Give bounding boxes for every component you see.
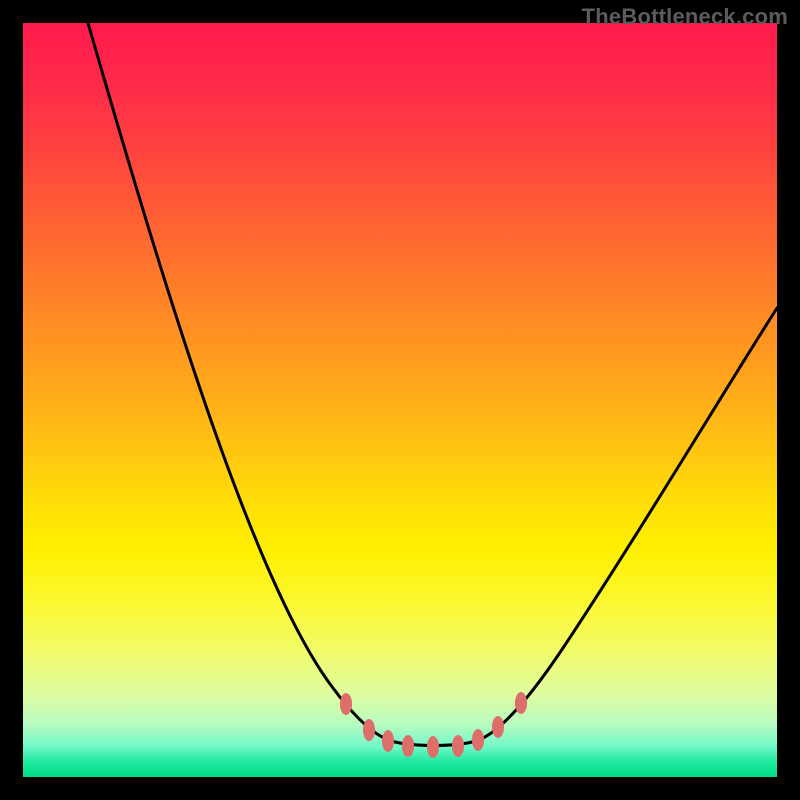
marker-point [340,693,352,715]
marker-point [452,735,464,757]
marker-point [427,736,439,758]
marker-point [363,719,375,741]
curve-markers [340,692,527,758]
curve-left-branch [88,23,391,741]
marker-point [515,692,527,714]
marker-point [402,735,414,757]
curve-right-branch [476,308,777,741]
bottleneck-curve [23,23,777,777]
marker-point [472,729,484,751]
watermark-text: TheBottleneck.com [582,4,788,30]
plot-area [23,23,777,777]
marker-point [492,716,504,738]
curve-paths [88,23,777,746]
marker-point [382,730,394,752]
